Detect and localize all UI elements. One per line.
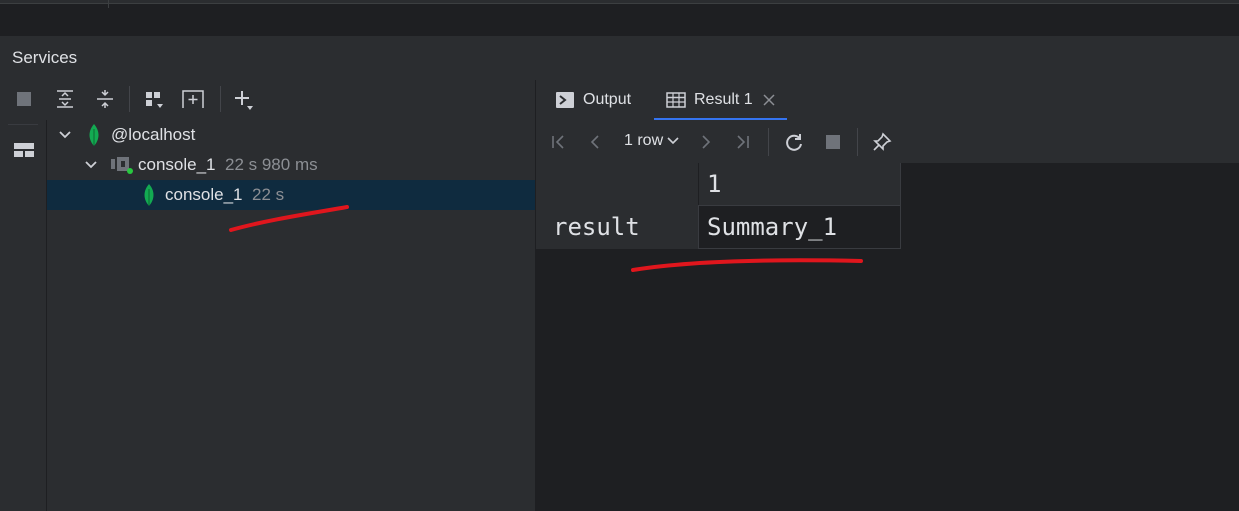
tab-output[interactable]: Output	[556, 80, 631, 120]
tree-item-console[interactable]: console_1 22 s 980 ms	[47, 150, 535, 180]
side-tool-strip	[0, 120, 47, 511]
console-icon	[111, 157, 133, 174]
chevron-down-icon[interactable]	[83, 157, 99, 173]
first-page-icon[interactable]	[545, 129, 571, 155]
grid-corner	[536, 163, 698, 205]
tab-result-1[interactable]: Result 1	[654, 80, 787, 120]
rows-count-label: 1 row	[624, 132, 664, 149]
annotation-underline	[229, 205, 349, 232]
expand-all-icon[interactable]	[52, 86, 78, 112]
tree-item-label: @localhost	[111, 125, 196, 144]
column-header[interactable]: 1	[698, 163, 901, 205]
add-icon[interactable]	[231, 86, 257, 112]
tree-item-duration: 22 s 980 ms	[225, 155, 318, 174]
result-panel: Output Result 1 1 row 1 result Summary_1	[535, 80, 1239, 511]
chevron-down-icon	[667, 137, 679, 145]
output-icon	[556, 92, 574, 108]
result-toolbar: 1 row	[536, 120, 1239, 163]
new-tab-icon[interactable]	[180, 86, 206, 112]
tab-label: Result 1	[694, 91, 753, 108]
group-icon[interactable]	[141, 86, 167, 112]
result-tabs: Output Result 1	[536, 80, 1239, 120]
mongodb-leaf-icon	[89, 124, 99, 146]
stop-icon[interactable]	[11, 86, 37, 112]
services-header: Services	[0, 36, 1239, 80]
previous-page-icon[interactable]	[582, 129, 608, 155]
services-tree: @localhost console_1 22 s 980 ms console…	[47, 120, 535, 511]
rows-count-select[interactable]: 1 row	[624, 132, 679, 150]
layout-icon[interactable]	[12, 140, 36, 160]
row-header[interactable]: result	[536, 205, 698, 249]
pin-icon[interactable]	[869, 129, 895, 155]
collapse-all-icon[interactable]	[92, 86, 118, 112]
chevron-down-icon[interactable]	[57, 127, 73, 143]
grid-cell[interactable]: Summary_1	[698, 205, 901, 249]
last-page-icon[interactable]	[730, 129, 756, 155]
annotation-underline	[631, 258, 863, 272]
panel-title: Services	[12, 48, 78, 67]
tab-label: Output	[583, 91, 632, 108]
close-icon[interactable]	[763, 94, 775, 106]
services-toolbar	[0, 80, 535, 120]
stop-query-icon[interactable]	[820, 129, 846, 155]
mongodb-leaf-icon	[144, 184, 154, 206]
tree-item-localhost[interactable]: @localhost	[47, 120, 535, 150]
next-page-icon[interactable]	[693, 129, 719, 155]
tree-item-label: console_1	[138, 155, 216, 174]
top-strip	[0, 0, 1239, 36]
table-icon	[666, 92, 686, 108]
refresh-icon[interactable]	[781, 129, 807, 155]
